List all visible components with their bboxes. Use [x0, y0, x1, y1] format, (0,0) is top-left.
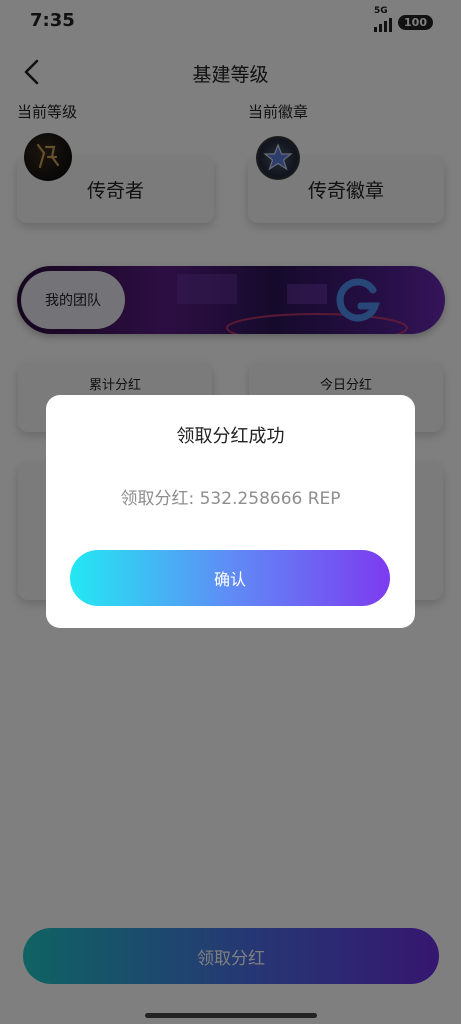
page: 7:35 5G 100 基建等级 当前等级 当前徽章 传奇者 传奇徽章 [0, 0, 461, 1024]
dialog-title: 领取分红成功 [176, 426, 285, 447]
dialog-message: 领取分红: 532.258666 REP [120, 489, 341, 509]
home-indicator [145, 1013, 317, 1018]
success-dialog: 领取分红成功 领取分红: 532.258666 REP 确认 [46, 395, 415, 628]
confirm-button[interactable]: 确认 [70, 550, 390, 606]
